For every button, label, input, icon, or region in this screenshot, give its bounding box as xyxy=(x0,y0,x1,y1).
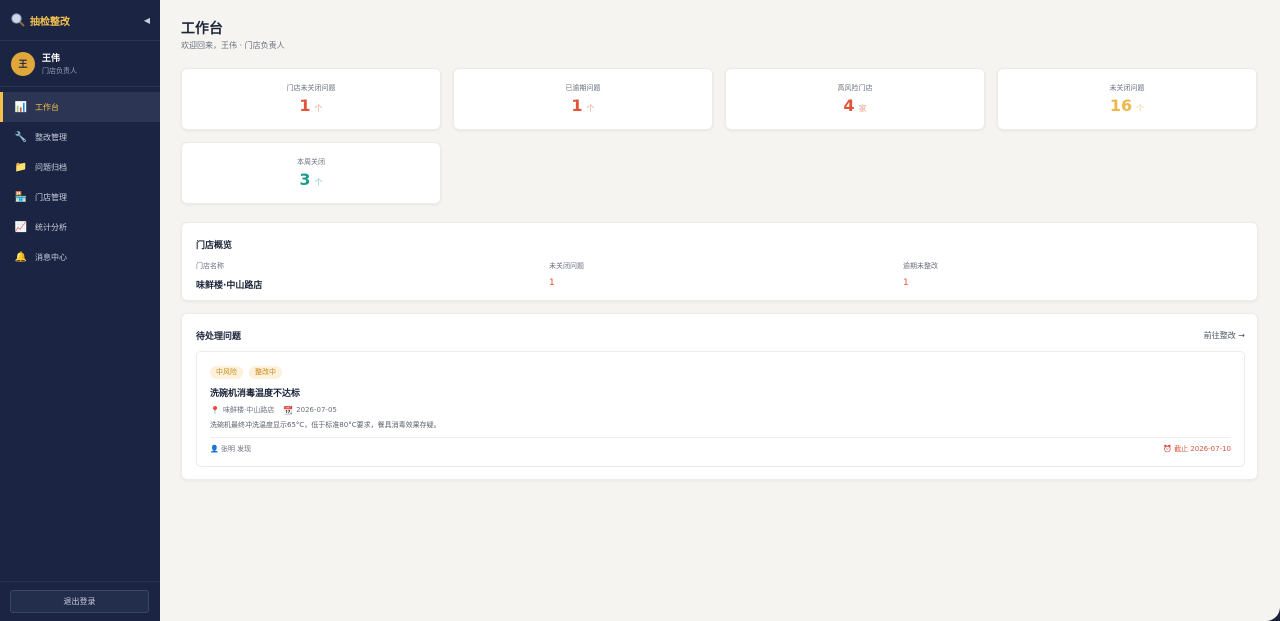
sidebar-item-messages[interactable]: 🔔 消息中心 xyxy=(0,242,160,272)
main-content: 工作台 欢迎回来，王伟 · 门店负责人 门店未关闭问题 1个 已逾期问题 1个 … xyxy=(160,0,1280,621)
sidebar-item-rectification[interactable]: 🔧 整改管理 xyxy=(0,122,160,152)
stat-label: 已逾期问题 xyxy=(565,84,601,92)
stat-value: 1 xyxy=(299,96,311,115)
issue-store: 味鲜楼·中山路店 xyxy=(222,406,275,414)
column-header: 门店名称 xyxy=(196,262,224,270)
person-icon: 👤 xyxy=(210,445,219,453)
issue-date: 2026-07-05 xyxy=(296,406,337,414)
stat-card-overdue-issues[interactable]: 已逾期问题 1个 xyxy=(453,68,713,130)
sidebar: 抽检整改 ◀ 王 王伟 门店负责人 📊 工作台 🔧 整改管理 📁 问题归档 🏪 … xyxy=(0,0,160,621)
brand-header: 抽检整改 ◀ xyxy=(0,0,160,41)
sidebar-item-label: 问题归档 xyxy=(35,162,67,172)
divider xyxy=(210,437,1231,438)
section-title: 待处理问题 xyxy=(196,332,242,342)
location-pin-icon: 📍 xyxy=(210,405,220,415)
stat-unit: 家 xyxy=(858,104,867,113)
stat-unit: 个 xyxy=(1136,104,1145,113)
overdue-count: 1 xyxy=(903,278,909,288)
user-role: 门店负责人 xyxy=(42,67,77,75)
sidebar-item-label: 工作台 xyxy=(35,102,59,112)
collapse-sidebar-icon[interactable]: ◀ xyxy=(144,16,150,25)
section-title: 门店概览 xyxy=(196,241,233,251)
go-to-rectification-link[interactable]: 前往整改 → xyxy=(1204,330,1245,341)
stat-label: 未关闭问题 xyxy=(1109,84,1145,92)
column-header: 未关闭问题 xyxy=(549,262,584,270)
issue-title: 洗碗机消毒温度不达标 xyxy=(210,389,301,399)
calendar-icon: 📆 xyxy=(283,405,294,415)
alarm-clock-icon: ⏰ xyxy=(1163,445,1172,453)
magnifier-logo-icon xyxy=(10,12,26,28)
folder-icon: 📁 xyxy=(14,161,28,173)
bar-chart-icon: 📊 xyxy=(14,101,28,113)
store-icon: 🏪 xyxy=(14,191,28,203)
stat-label: 高风险门店 xyxy=(837,84,873,92)
column-header: 逾期未整改 xyxy=(903,262,938,270)
trend-chart-icon: 📈 xyxy=(14,221,28,233)
sidebar-item-label: 消息中心 xyxy=(35,252,67,262)
sidebar-item-label: 门店管理 xyxy=(35,192,67,202)
bell-icon: 🔔 xyxy=(14,251,28,263)
sidebar-item-archive[interactable]: 📁 问题归档 xyxy=(0,152,160,182)
store-name: 味鲜楼·中山路店 xyxy=(196,281,263,291)
stat-label: 门店未关闭问题 xyxy=(286,84,336,92)
user-name: 王伟 xyxy=(42,54,61,64)
issue-card[interactable]: 中风险 整改中 洗碗机消毒温度不达标 📍 味鲜楼·中山路店 📆 2026-07-… xyxy=(196,351,1245,467)
store-overview-panel: 门店概览 门店名称 味鲜楼·中山路店 未关闭问题 1 逾期未整改 1 xyxy=(181,222,1258,301)
page-title: 工作台 xyxy=(181,21,223,37)
status-badge: 整改中 xyxy=(249,366,282,379)
app-title: 抽检整改 xyxy=(30,16,70,28)
sidebar-item-statistics[interactable]: 📈 统计分析 xyxy=(0,212,160,242)
user-profile: 王 王伟 门店负责人 xyxy=(0,41,160,87)
sidebar-item-stores[interactable]: 🏪 门店管理 xyxy=(0,182,160,212)
stat-unit: 个 xyxy=(586,104,595,113)
stat-card-store-open-issues[interactable]: 门店未关闭问题 1个 xyxy=(181,68,441,130)
stat-value: 3 xyxy=(299,170,311,189)
sidebar-item-label: 统计分析 xyxy=(35,222,67,232)
stat-unit: 个 xyxy=(314,104,323,113)
stat-card-open-issues[interactable]: 未关闭问题 16 个 xyxy=(997,68,1257,130)
stat-card-high-risk-stores[interactable]: 高风险门店 4家 xyxy=(725,68,985,130)
issue-description: 洗碗机最终冲洗温度显示65°C，低于标准80°C要求，餐具消毒效果存疑。 xyxy=(210,421,441,429)
sidebar-item-dashboard[interactable]: 📊 工作台 xyxy=(0,92,160,122)
sidebar-item-label: 整改管理 xyxy=(35,132,67,142)
pending-issues-panel: 待处理问题 前往整改 → 中风险 整改中 洗碗机消毒温度不达标 📍 味鲜楼·中山… xyxy=(181,313,1258,480)
stat-value: 16 xyxy=(1109,96,1133,115)
welcome-text: 欢迎回来，王伟 · 门店负责人 xyxy=(181,41,285,50)
avatar: 王 xyxy=(11,51,35,76)
issue-reporter: 张明 发现 xyxy=(220,445,252,453)
stat-value: 1 xyxy=(571,96,583,115)
stat-card-closed-this-week[interactable]: 本周关闭 3个 xyxy=(181,142,441,204)
sidebar-nav: 📊 工作台 🔧 整改管理 📁 问题归档 🏪 门店管理 📈 统计分析 🔔 消息中心 xyxy=(0,92,160,272)
stat-unit: 个 xyxy=(314,178,323,187)
issue-deadline: 截止 2026-07-10 xyxy=(1174,445,1231,453)
open-issues-count: 1 xyxy=(549,278,555,288)
stat-value: 4 xyxy=(843,96,855,115)
risk-badge: 中风险 xyxy=(210,366,243,379)
wrench-icon: 🔧 xyxy=(14,131,28,143)
stat-label: 本周关闭 xyxy=(297,158,325,166)
logout-button[interactable]: 退出登录 xyxy=(10,590,149,613)
